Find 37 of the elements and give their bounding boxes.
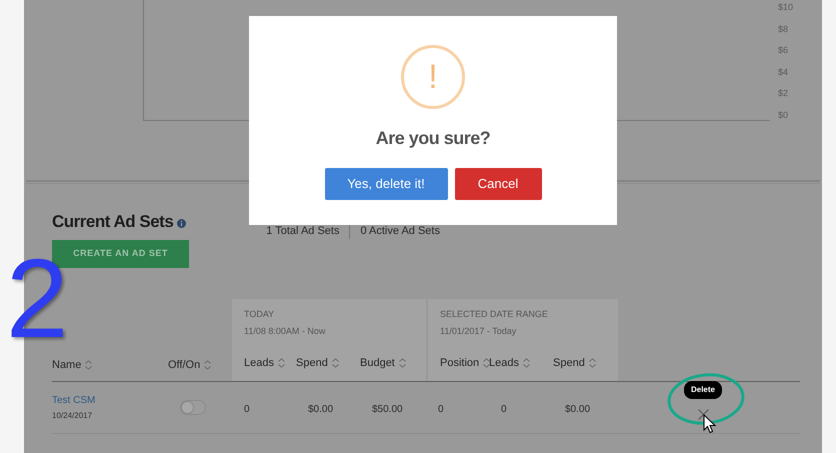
on-off-toggle[interactable]: [180, 400, 206, 415]
group-date-range: 11/08 8:00AM - Now: [244, 324, 326, 338]
axis-label: $8: [778, 24, 790, 34]
summary-count: 1 Total Ad Sets: [265, 224, 340, 239]
table-cell: $50.00: [372, 404, 403, 414]
cursor-icon: [703, 414, 717, 434]
confirm-button[interactable]: Yes, delete it!: [324, 168, 448, 200]
column-header[interactable]: Off/On: [168, 356, 200, 373]
axis-label: $6: [778, 45, 790, 56]
axis-label: $10: [778, 2, 794, 12]
column-header[interactable]: Leads: [489, 354, 519, 372]
warning-icon: !: [401, 45, 465, 109]
info-icon[interactable]: [177, 219, 186, 228]
column-header[interactable]: Budget: [360, 354, 395, 372]
close-icon[interactable]: [698, 408, 708, 420]
column-header[interactable]: Spend: [296, 354, 328, 372]
column-header[interactable]: Spend: [553, 354, 585, 372]
axis-label: $4: [778, 66, 790, 77]
table-cell: 0: [501, 404, 507, 414]
group-title: TODAY: [244, 308, 276, 321]
table-cell: 0: [244, 404, 250, 414]
column-header[interactable]: Name: [52, 356, 82, 373]
column-header[interactable]: Position: [440, 354, 480, 372]
axis-label: $0: [778, 110, 790, 120]
cancel-button[interactable]: Cancel: [454, 168, 542, 200]
delete-tooltip: Delete: [684, 380, 722, 398]
created-date: 10/24/2017: [52, 410, 94, 422]
axis-label: $2: [778, 88, 790, 98]
section-title: Current Ad Sets: [52, 211, 174, 234]
group-title: SELECTED DATE RANGE: [440, 308, 549, 321]
dialog-title: Are you sure?: [376, 127, 490, 150]
table-cell: $0.00: [565, 404, 590, 414]
column-header[interactable]: Leads: [244, 354, 274, 372]
table-cell: 0: [438, 404, 444, 414]
table-cell: $0.00: [308, 404, 334, 414]
group-date-range: 11/01/2017 - Today: [440, 324, 518, 338]
sort-icon[interactable]: [483, 358, 490, 368]
